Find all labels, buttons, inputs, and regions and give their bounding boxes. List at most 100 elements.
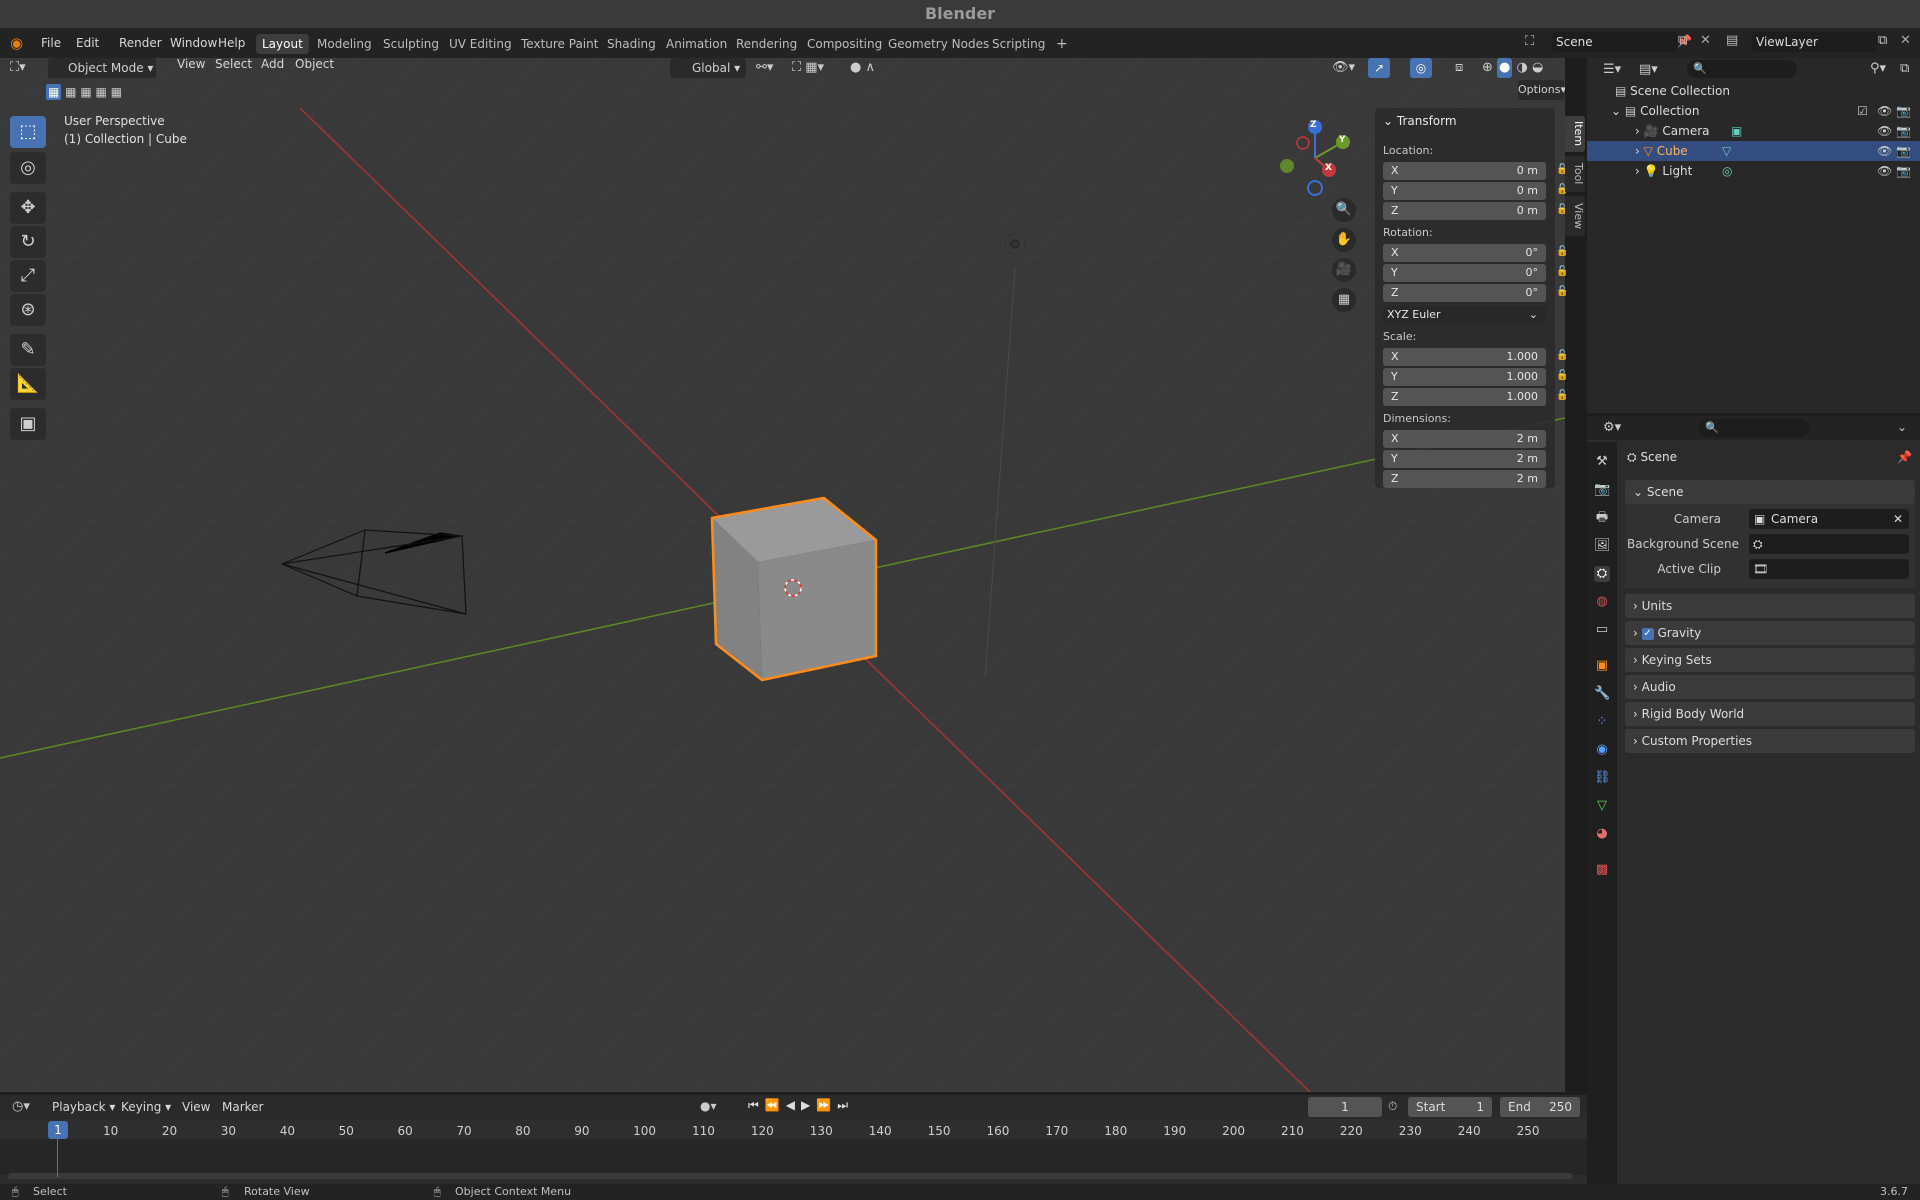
rotation-z-field[interactable]: Z 0° 🔓 <box>1383 284 1568 302</box>
lock-icon[interactable]: 🔓 <box>1556 266 1568 278</box>
keying-sets-panel[interactable]: › Keying Sets <box>1625 648 1915 672</box>
render-camera-icon[interactable]: 📷 <box>1896 101 1911 121</box>
texture-tab-icon[interactable]: ▩ <box>1594 862 1610 878</box>
next-keyframe-icon[interactable]: ⏩ <box>816 1098 837 1112</box>
tab-view[interactable]: View <box>1565 196 1585 236</box>
horizontal-scrollbar[interactable] <box>8 1173 1573 1179</box>
dimensions-x-field[interactable]: X 2 m <box>1383 430 1546 448</box>
tab-rendering[interactable]: Rendering <box>730 34 803 54</box>
proportional-edit-icon[interactable]: ● ∧ <box>850 58 896 78</box>
render-tab-icon[interactable]: 📷 <box>1594 482 1610 498</box>
keyframe-area[interactable] <box>0 1139 1587 1175</box>
render-camera-icon[interactable]: 📷 <box>1896 121 1911 141</box>
tab-shading[interactable]: Shading <box>601 34 662 54</box>
menu-file[interactable]: File <box>36 33 66 53</box>
play-icon[interactable]: ▶ <box>801 1098 816 1112</box>
clock-icon[interactable]: ⏱ <box>1388 1099 1397 1114</box>
vp-menu-select[interactable]: Select <box>210 58 257 74</box>
overlay-toggle-icon[interactable]: ◎ <box>1410 58 1432 78</box>
world-tab-icon[interactable]: ◍ <box>1594 594 1610 610</box>
object-tab-icon[interactable]: ▣ <box>1594 658 1610 674</box>
3d-viewport[interactable]: ⛶▾ Object Mode ▾ View Select Add Object … <box>0 58 1565 1092</box>
properties-search-input[interactable]: 🔍 <box>1699 419 1809 437</box>
clear-icon[interactable]: ✕ <box>1893 509 1903 529</box>
transform-tool[interactable]: ⊛ <box>10 294 46 326</box>
pivot-icon[interactable]: ⚯▾ <box>756 58 786 78</box>
timeline-editor-icon[interactable]: ◷▾ <box>12 1099 30 1114</box>
scale-z-field[interactable]: Z 1.000 🔓 <box>1383 388 1568 406</box>
transform-header[interactable]: ⌄ Transform <box>1383 114 1457 128</box>
add-cube-tool[interactable]: ▣ <box>10 408 46 440</box>
outliner-row-collection[interactable]: ⌄ ▤ Collection ☑ 👁 📷 <box>1587 101 1920 121</box>
tab-compositing[interactable]: Compositing <box>801 34 888 54</box>
rotation-mode-dropdown[interactable]: XYZ Euler ⌄ <box>1383 306 1546 324</box>
scene-browse-icon[interactable]: ⛶ <box>1525 34 1547 54</box>
timeline-menu-marker[interactable]: Marker <box>217 1097 268 1117</box>
gizmo-toggle-icon[interactable]: ↗ <box>1368 58 1390 78</box>
select-subtract-icon[interactable]: ▦ <box>80 84 91 100</box>
visibility-eye-icon[interactable]: 👁 <box>1877 121 1892 141</box>
select-invert-icon[interactable]: ▦ <box>96 84 107 100</box>
menu-help[interactable]: Help <box>213 33 250 53</box>
blender-logo-icon[interactable]: ◉ <box>10 35 26 51</box>
cursor-tool[interactable]: ◎ <box>10 152 46 184</box>
record-icon[interactable]: ●▾ <box>700 1099 717 1113</box>
physics-tab-icon[interactable]: ◉ <box>1594 742 1610 758</box>
timeline-menu-keying[interactable]: Keying ▾ <box>116 1097 176 1117</box>
tab-modeling[interactable]: Modeling <box>311 34 378 54</box>
rotation-y-field[interactable]: Y 0° 🔓 <box>1383 264 1568 282</box>
properties-options-icon[interactable]: ⌄ <box>1897 420 1907 434</box>
delete-scene-icon[interactable]: ✕ <box>1700 33 1711 48</box>
orientation-dropdown[interactable]: Global ▾ <box>670 58 746 78</box>
editor-type-icon[interactable]: ⛶▾ <box>10 60 42 80</box>
data-tab-icon[interactable]: ▽ <box>1594 798 1610 814</box>
rotation-x-field[interactable]: X 0° 🔓 <box>1383 244 1568 262</box>
tool-tab-icon[interactable]: ⚒ <box>1594 454 1610 470</box>
particles-tab-icon[interactable]: ⁘ <box>1594 714 1610 730</box>
gravity-checkbox[interactable]: ✓ <box>1641 627 1654 640</box>
scene-tab-icon[interactable]: ⛭ <box>1594 566 1610 582</box>
visibility-icon[interactable]: 👁▾ <box>1332 58 1372 78</box>
display-mode-icon[interactable]: ▤▾ <box>1639 62 1658 77</box>
add-workspace-button[interactable]: + <box>1050 34 1074 54</box>
outliner-row-light[interactable]: › 💡 Light ◎ 👁 📷 <box>1587 161 1920 181</box>
select-extend-icon[interactable]: ▦ <box>65 84 76 100</box>
viewlayer-name-field[interactable]: ViewLayer <box>1752 32 1877 52</box>
expand-icon[interactable]: › <box>1635 164 1640 178</box>
rotate-tool[interactable]: ↻ <box>10 226 46 258</box>
outliner-search-input[interactable]: 🔍 <box>1687 60 1797 78</box>
active-clip-field[interactable]: 🎞 <box>1749 559 1909 579</box>
outliner-row-scene-collection[interactable]: ▤ Scene Collection <box>1587 81 1920 101</box>
snap-icon[interactable]: ⛶ ▦▾ <box>792 58 842 78</box>
jump-end-icon[interactable]: ⏭ <box>837 1098 854 1112</box>
select-box-tool[interactable]: ⬚ <box>10 116 46 148</box>
zoom-icon[interactable]: 🔍 <box>1332 198 1356 222</box>
scene-panel-header[interactable]: ⌄ Scene <box>1625 480 1915 504</box>
lock-icon[interactable]: 🔓 <box>1556 286 1568 298</box>
material-tab-icon[interactable]: ◕ <box>1594 826 1610 842</box>
expand-icon[interactable]: ⌄ <box>1611 104 1621 118</box>
expand-icon[interactable]: › <box>1635 144 1640 158</box>
exclude-checkbox[interactable]: ☑ <box>1857 101 1868 121</box>
select-new-icon[interactable]: ▦ <box>46 84 62 100</box>
vp-menu-object[interactable]: Object <box>290 58 339 74</box>
vp-menu-view[interactable]: View <box>172 58 210 74</box>
tab-animation[interactable]: Animation <box>660 34 733 54</box>
start-frame-field[interactable]: Start 1 <box>1408 1097 1492 1117</box>
tab-layout[interactable]: Layout <box>256 34 309 54</box>
xray-icon[interactable]: ⧈ <box>1455 58 1477 78</box>
camera-prop-field[interactable]: Camera ▣ ✕ <box>1749 509 1909 529</box>
visibility-eye-icon[interactable]: 👁 <box>1877 141 1892 161</box>
location-z-field[interactable]: Z0 m 🔓 <box>1383 202 1568 220</box>
outliner-row-cube[interactable]: › ▽ Cube ▽ 👁 📷 <box>1587 141 1920 161</box>
tab-uv-editing[interactable]: UV Editing <box>443 34 518 54</box>
camera-view-icon[interactable]: 🎥 <box>1332 258 1356 282</box>
jump-start-icon[interactable]: ⏮ <box>748 1098 765 1112</box>
visibility-eye-icon[interactable]: 👁 <box>1877 101 1892 121</box>
new-collection-icon[interactable]: ⧉ <box>1900 61 1909 76</box>
material-shading-icon[interactable]: ◑ <box>1517 58 1528 78</box>
pan-hand-icon[interactable]: ✋ <box>1332 228 1356 252</box>
custom-properties-panel[interactable]: › Custom Properties <box>1625 729 1915 753</box>
constraints-tab-icon[interactable]: ⛓ <box>1594 770 1611 786</box>
outliner-editor-icon[interactable]: ☰▾ <box>1603 62 1621 77</box>
